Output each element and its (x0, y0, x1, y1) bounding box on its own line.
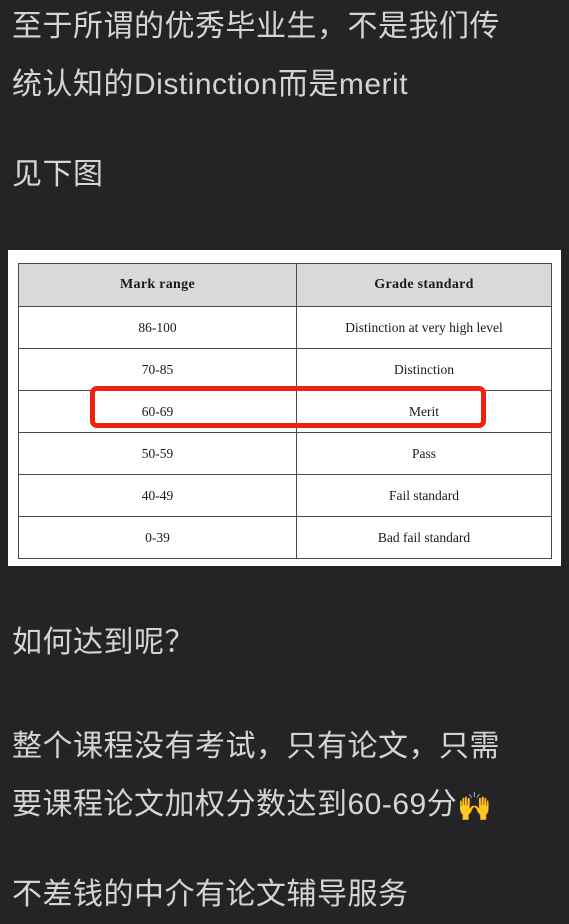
column-header-mark-range: Mark range (18, 263, 297, 307)
social-post-screenshot: 至于所谓的优秀毕业生，不是我们传 统认知的Distinction而是merit … (0, 0, 569, 918)
paragraph-4: 整个课程没有考试，只有论文，只需 要课程论文加权分数达到60-69分🙌 (12, 718, 500, 836)
cell-mark-range: 40-49 (18, 474, 297, 517)
cell-mark-range: 86-100 (18, 306, 297, 349)
raising-hands-emoji: 🙌 (457, 791, 493, 822)
embedded-table-image[interactable]: Mark range Grade standard 86-100 Distinc… (8, 250, 561, 566)
cell-grade-standard: Distinction at very high level (296, 306, 552, 349)
paragraph-3-line-1: 如何达到呢？ (12, 626, 195, 659)
table-row: 70-85 Distinction (18, 348, 552, 391)
table-row: 40-49 Fail standard (18, 474, 552, 517)
cell-grade-standard: Pass (296, 432, 552, 475)
paragraph-4-line-1: 整个课程没有考试，只有论文，只需 (12, 730, 500, 763)
table-row: 0-39 Bad fail standard (18, 516, 552, 559)
column-header-grade-standard: Grade standard (296, 263, 552, 307)
table-row: 86-100 Distinction at very high level (18, 306, 552, 349)
paragraph-1: 至于所谓的优秀毕业生，不是我们传 统认知的Distinction而是merit (12, 0, 500, 114)
cell-grade-standard: Merit (296, 390, 552, 433)
cell-mark-range: 0-39 (18, 516, 297, 559)
table-row-highlighted: 60-69 Merit (18, 390, 552, 433)
paragraph-2: 见下图 (12, 146, 104, 204)
cell-grade-standard: Fail standard (296, 474, 552, 517)
grade-standard-table: Mark range Grade standard 86-100 Distinc… (18, 263, 552, 559)
table-header-row: Mark range Grade standard (18, 263, 552, 307)
paragraph-5-line-1: 不差钱的中介有论文辅导服务 (12, 878, 409, 911)
cell-grade-standard: Bad fail standard (296, 516, 552, 559)
paragraph-2-line-1: 见下图 (12, 158, 104, 191)
cell-mark-range: 50-59 (18, 432, 297, 475)
paragraph-3: 如何达到呢？ (12, 614, 195, 672)
cell-mark-range: 70-85 (18, 348, 297, 391)
table-row: 50-59 Pass (18, 432, 552, 475)
cell-mark-range: 60-69 (18, 390, 297, 433)
paragraph-5: 不差钱的中介有论文辅导服务 (12, 866, 409, 924)
cell-grade-standard: Distinction (296, 348, 552, 391)
paragraph-1-line-2: 统认知的Distinction而是merit (12, 68, 409, 101)
paragraph-4-line-2-text: 要课程论文加权分数达到60-69分 (12, 788, 458, 821)
paragraph-1-line-1: 至于所谓的优秀毕业生，不是我们传 (12, 10, 500, 43)
paragraph-4-line-2: 要课程论文加权分数达到60-69分🙌 (12, 776, 500, 836)
